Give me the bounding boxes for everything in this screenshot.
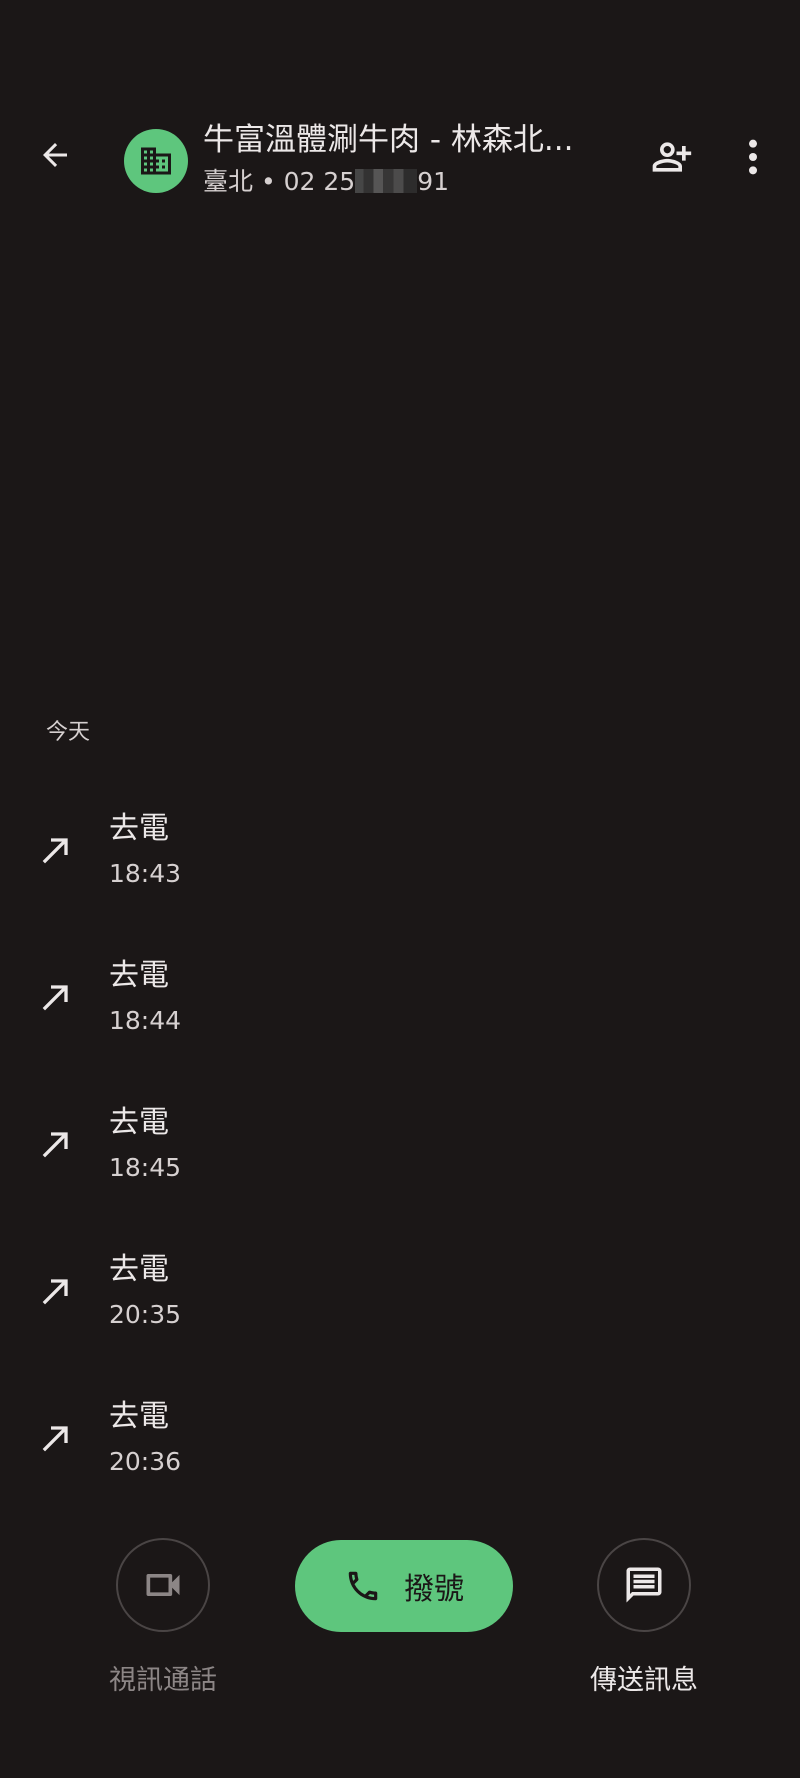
contact-title: 牛富溫體涮牛肉 - 林森北... [203, 122, 574, 158]
contact-avatar [124, 129, 188, 193]
video-call-label: 視訊通話 [109, 1665, 217, 1696]
more-vert-icon [749, 139, 757, 175]
call-type-label: 去電 [109, 1252, 169, 1287]
bottom-actions: 撥號 視訊通話 傳送訊息 [0, 1538, 800, 1698]
call-time-label: 20:36 [109, 1447, 182, 1476]
call-time-label: 18:45 [109, 1153, 182, 1182]
call-log-item[interactable]: 去電 20:36 [0, 1388, 800, 1535]
location-and-number-prefix: 臺北 • 02 25 [203, 167, 356, 196]
send-message-label: 傳送訊息 [590, 1665, 698, 1696]
call-history-list: 去電 18:43 去電 18:44 去電 18:45 去電 20:35 去電 20:36 [0, 800, 800, 1535]
call-log-item[interactable]: 去電 20:35 [0, 1241, 800, 1388]
videocam-icon [146, 1574, 180, 1596]
outgoing-call-arrow-icon [42, 1426, 68, 1452]
redacted-number-block [355, 169, 418, 193]
call-type-label: 去電 [109, 811, 169, 846]
send-message-button[interactable] [597, 1538, 691, 1632]
outgoing-call-arrow-icon [42, 1279, 68, 1305]
call-log-item[interactable]: 去電 18:44 [0, 947, 800, 1094]
outgoing-call-arrow-icon [42, 1132, 68, 1158]
dial-button-label: 撥號 [404, 1572, 464, 1607]
person-add-icon [652, 142, 692, 172]
call-time-label: 18:44 [109, 1006, 182, 1035]
call-time-label: 20:35 [109, 1300, 182, 1329]
call-type-label: 去電 [109, 1399, 169, 1434]
date-section-label: 今天 [46, 720, 91, 745]
number-suffix: 91 [417, 167, 450, 196]
back-button[interactable] [30, 130, 80, 180]
arrow-left-icon [43, 143, 67, 167]
video-call-button[interactable] [116, 1538, 210, 1632]
call-log-item[interactable]: 去電 18:45 [0, 1094, 800, 1241]
app-header: 牛富溫體涮牛肉 - 林森北... 臺北 • 02 25 91 [0, 100, 800, 210]
call-details-screen: 牛富溫體涮牛肉 - 林森北... 臺北 • 02 25 91 今天 去電 18:43… [0, 0, 800, 1778]
message-icon [626, 1567, 662, 1603]
outgoing-call-arrow-icon [42, 838, 68, 864]
dial-button[interactable]: 撥號 [295, 1540, 513, 1632]
contact-subtitle: 臺北 • 02 25 91 [203, 166, 449, 198]
call-type-label: 去電 [109, 1105, 169, 1140]
building-icon [141, 147, 171, 175]
call-log-item[interactable]: 去電 18:43 [0, 800, 800, 947]
more-options-button[interactable] [738, 130, 768, 184]
outgoing-call-arrow-icon [42, 985, 68, 1011]
call-time-label: 18:43 [109, 859, 182, 888]
call-type-label: 去電 [109, 958, 169, 993]
add-contact-button[interactable] [644, 130, 698, 184]
phone-icon [348, 1571, 378, 1601]
